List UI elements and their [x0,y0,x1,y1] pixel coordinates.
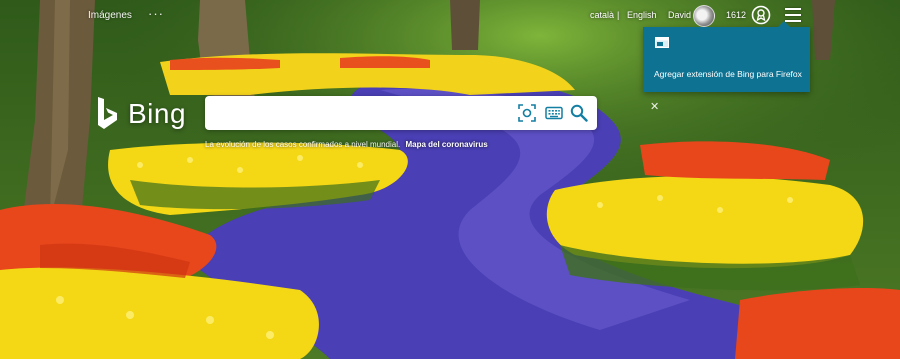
bing-logo[interactable]: Bing [96,96,188,134]
coronavirus-map-link[interactable]: Mapa del coronavirus [405,140,487,149]
reward-points[interactable]: 1612 [726,10,746,20]
visual-search-icon[interactable] [518,104,536,122]
firefox-extension-popup[interactable]: Agregar extensión de Bing para Firefox [643,21,810,92]
rewards-medal-icon[interactable] [751,5,771,25]
news-text[interactable]: La evolución de los casos confirmados a … [205,140,400,149]
user-name[interactable]: David [668,10,691,20]
search-icon[interactable] [570,104,588,122]
bing-b-icon [98,97,117,129]
nav-images-link[interactable]: Imágenes [88,10,132,21]
search-input[interactable] [215,102,511,124]
language-english-link[interactable]: English [627,10,657,20]
language-catalan-link[interactable]: català [590,10,614,20]
language-separator: | [617,10,620,20]
hamburger-menu-icon[interactable] [785,8,801,22]
popup-close-icon[interactable]: ✕ [650,100,659,113]
browser-window-icon [655,37,669,48]
news-ticker: La evolución de los casos confirmados a … [205,140,488,149]
search-box [205,96,597,130]
user-avatar[interactable] [693,5,715,27]
popup-message[interactable]: Agregar extensión de Bing para Firefox [654,69,802,79]
keyboard-icon[interactable] [545,104,563,122]
bing-wordmark: Bing [128,98,187,129]
nav-more-button[interactable]: ··· [148,6,164,21]
